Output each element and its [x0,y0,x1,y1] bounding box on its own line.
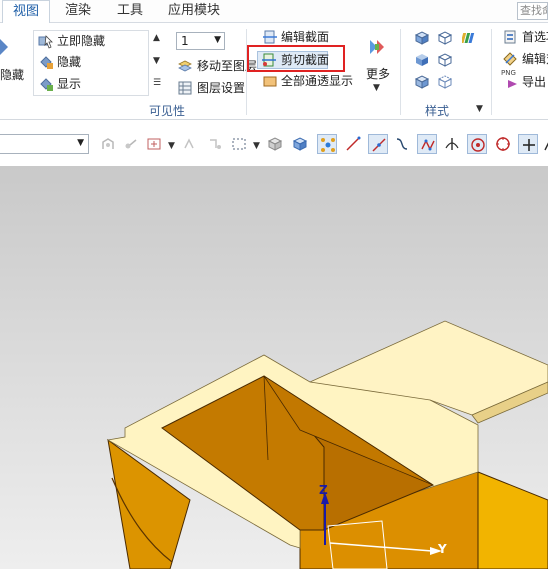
chevron-down-icon: ▼ [214,35,221,45]
style-group-chevron-down-icon[interactable]: ▼ [476,104,483,114]
axis-z-label: Z [319,483,328,497]
menu-bar: 视图 渲染 工具 应用模块 查找命令 [0,0,548,24]
list-expand-icon[interactable]: ☰ [153,78,161,88]
feature-filter-icon[interactable] [121,134,141,154]
static-wireframe-icon[interactable] [437,74,453,90]
hide-button[interactable]: 隐藏 [0,67,24,83]
tab-render[interactable]: 渲染 [55,0,101,23]
hide-item[interactable]: 隐藏 [57,54,81,70]
group-separator [246,29,247,115]
show-icon [40,78,53,91]
chevron-down-icon[interactable]: ▼ [168,141,175,151]
group-separator [491,29,492,115]
select-by-name-disabled-icon[interactable] [205,134,225,154]
type-filter-select[interactable]: ▼ [0,134,89,154]
snap-arc-center-icon[interactable] [467,134,487,154]
more-icon [370,40,384,54]
rectangle-select-icon[interactable] [229,134,249,154]
more-button[interactable]: 更多 [366,66,390,82]
edit-section-button[interactable]: 编辑截面 [281,29,329,45]
png-tag: PNG [501,69,516,77]
snap-endpoint-icon[interactable] [317,134,337,154]
studio-color-icon[interactable] [462,30,478,46]
preferences-icon [504,30,516,44]
axis-y-label: Y [437,542,447,556]
snap-quadrant-icon[interactable] [493,134,513,154]
solid-body-filter-icon[interactable] [290,134,310,154]
snap-point-on-curve-icon[interactable] [541,134,548,154]
shaded-with-edges-icon[interactable] [414,30,430,46]
immediate-hide-icon [38,35,53,49]
more-chevron-down-icon[interactable]: ▼ [373,83,380,93]
edit-object-button[interactable]: 编辑对象 [522,51,548,67]
shaded-icon[interactable] [414,52,430,68]
tab-tools[interactable]: 工具 [107,0,153,23]
edit-section-icon [263,30,277,44]
wireframe-icon[interactable] [437,30,453,46]
export-button[interactable]: 导出 [522,74,546,90]
select-all-icon[interactable] [265,134,285,154]
tab-view[interactable]: 视图 [2,0,51,24]
move-to-layer-icon [178,60,192,72]
model-right-block-face [477,471,548,569]
hide-arrow-icon [0,39,8,55]
style-group-label: 样式 [425,104,450,118]
chevron-down-icon: ▼ [77,138,84,148]
show-all-through-button[interactable]: 全部通透显示 [281,73,353,89]
show-all-through-icon [263,76,277,87]
preferences-button[interactable]: 首选项 [522,29,548,45]
work-layer-select[interactable]: 1 ▼ [176,32,225,50]
visibility-group-label: 可见性 [149,104,186,118]
model-view: Z Y [106,320,548,569]
layer-settings-button[interactable]: 图层设置 [197,80,245,96]
group-separator [400,29,401,115]
hide-icon [40,56,53,69]
partially-shaded-icon[interactable] [414,74,430,90]
general-selection-filter-icon[interactable] [98,134,118,154]
snap-control-point-icon[interactable] [417,134,437,154]
list-scroll-up-icon[interactable]: ▲ [153,33,160,43]
snap-midpoint-icon[interactable] [368,134,388,154]
snap-curve-icon[interactable] [392,134,412,154]
immediate-hide-item[interactable]: 立即隐藏 [57,33,105,49]
highlight-box [247,45,345,72]
show-item[interactable]: 显示 [57,76,81,92]
selection-scope-icon[interactable] [144,134,164,154]
snap-existing-point-icon[interactable] [518,134,538,154]
chevron-down-icon[interactable]: ▼ [253,141,260,151]
snap-point-disabled-icon[interactable] [179,134,199,154]
ribbon: 隐藏 立即隐藏 隐藏 显示 ▲ ▼ ☰ 1 ▼ 移动至图层 图层设置 可见性 编… [0,23,548,120]
tab-application-modules[interactable]: 应用模块 [158,0,230,23]
selection-toolbar: ▼ ▼ ▼ [0,130,548,158]
edit-object-icon [503,52,517,66]
graphics-viewport[interactable]: Z Y [0,166,548,569]
list-scroll-down-icon[interactable]: ▼ [153,56,160,66]
hidden-line-icon[interactable] [437,52,453,68]
command-search-input[interactable]: 查找命令 [517,2,548,20]
snap-intersection-icon[interactable] [442,134,462,154]
layer-settings-icon [178,81,192,95]
snap-line-icon[interactable] [343,134,363,154]
export-arrow-icon [508,80,517,88]
